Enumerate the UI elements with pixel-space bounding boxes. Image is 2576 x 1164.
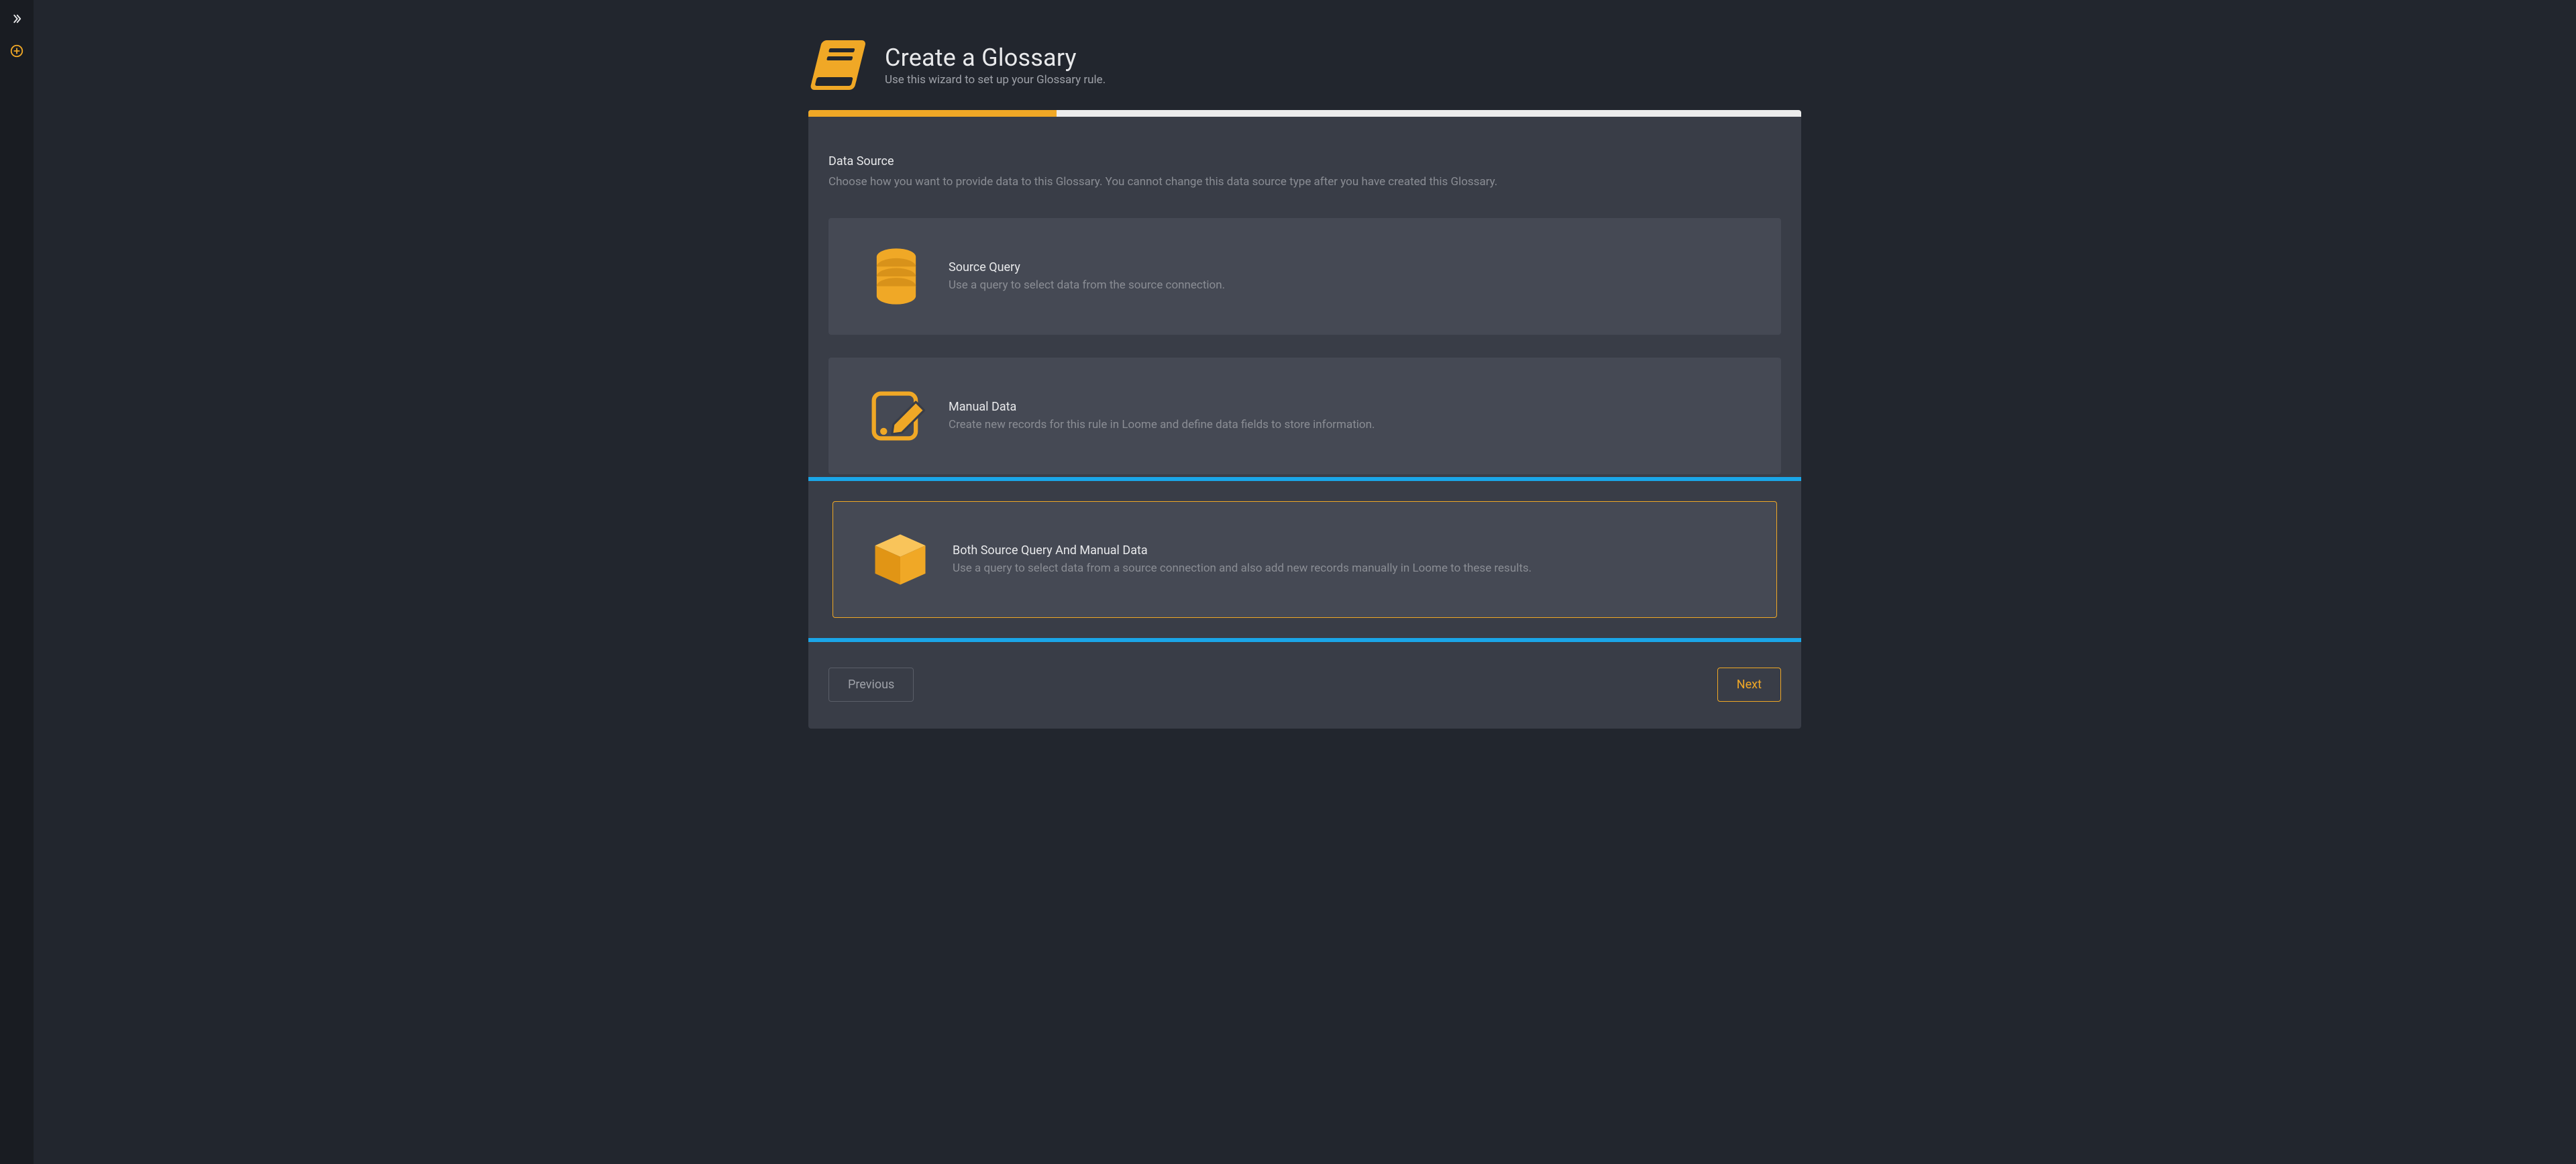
option-manual-data[interactable]: Manual Data Create new records for this …	[828, 358, 1781, 474]
wizard-footer: Previous Next	[828, 668, 1781, 702]
next-button[interactable]: Next	[1717, 668, 1781, 702]
option-title: Both Source Query And Manual Data	[953, 543, 1532, 558]
section-title: Data Source	[828, 154, 1781, 168]
selection-highlight: Both Source Query And Manual Data Use a …	[808, 477, 1801, 642]
progress-fill	[808, 110, 1057, 117]
option-description: Create new records for this rule in Loom…	[949, 418, 1375, 431]
cube-icon	[867, 526, 934, 593]
option-description: Use a query to select data from the sour…	[949, 278, 1225, 292]
option-description: Use a query to select data from a source…	[953, 562, 1532, 575]
option-title: Source Query	[949, 260, 1225, 274]
book-icon	[808, 36, 871, 94]
page-title: Create a Glossary	[885, 44, 1106, 72]
add-button[interactable]	[6, 40, 28, 62]
option-title: Manual Data	[949, 400, 1375, 414]
main-content: Create a Glossary Use this wizard to set…	[34, 0, 2576, 1164]
wizard-panel: Data Source Choose how you want to provi…	[808, 110, 1801, 729]
page-subtitle: Use this wizard to set up your Glossary …	[885, 73, 1106, 87]
section-description: Choose how you want to provide data to t…	[828, 174, 1781, 191]
chevron-double-right-icon	[11, 13, 23, 25]
database-icon	[863, 243, 930, 310]
sidebar-rail	[0, 0, 34, 1164]
plus-circle-icon	[9, 44, 24, 58]
option-both[interactable]: Both Source Query And Manual Data Use a …	[833, 501, 1777, 618]
expand-sidebar-button[interactable]	[6, 8, 28, 30]
option-list: Source Query Use a query to select data …	[828, 218, 1781, 622]
edit-note-icon	[863, 382, 930, 449]
option-source-query[interactable]: Source Query Use a query to select data …	[828, 218, 1781, 335]
progress-track	[808, 110, 1801, 117]
previous-button[interactable]: Previous	[828, 668, 914, 702]
page-header: Create a Glossary Use this wizard to set…	[808, 36, 1801, 94]
